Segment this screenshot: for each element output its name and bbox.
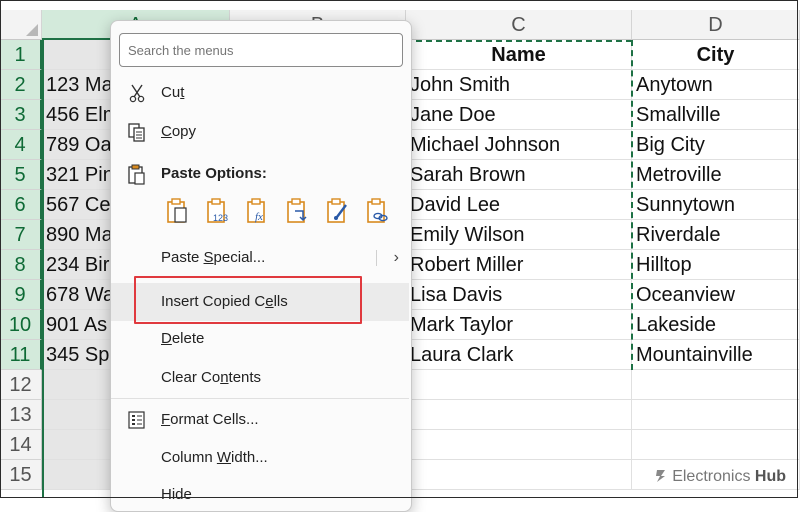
cell-c14[interactable]: [406, 430, 632, 460]
row-header[interactable]: 12: [0, 370, 42, 400]
cell-d5[interactable]: Metroville: [632, 160, 800, 190]
row-header[interactable]: 8: [0, 250, 42, 280]
menu-item-delete[interactable]: Delete: [111, 323, 409, 355]
menu-item-delete-label: Delete: [161, 330, 205, 347]
paste-transpose-icon[interactable]: [285, 197, 311, 225]
paste-link-icon[interactable]: [365, 197, 391, 225]
watermark: Electronics Hub: [650, 466, 790, 488]
row-header[interactable]: 5: [0, 160, 42, 190]
menu-item-copy-label: Copy: [161, 123, 197, 140]
cell-c5[interactable]: Sarah Brown: [406, 160, 632, 190]
paste-values-icon[interactable]: 123: [205, 197, 231, 225]
cell-c11[interactable]: Laura Clark: [406, 340, 632, 370]
chevron-right-icon[interactable]: ›: [394, 242, 399, 274]
cell-c15[interactable]: [406, 460, 632, 490]
row-header[interactable]: 4: [0, 130, 42, 160]
copy-icon: [127, 122, 147, 142]
paste-formulas-icon[interactable]: fx: [245, 197, 271, 225]
menu-item-cut-label: Cut: [161, 84, 185, 101]
cell-c12[interactable]: [406, 370, 632, 400]
menu-item-format-cells[interactable]: Format Cells...: [111, 404, 409, 436]
row-header[interactable]: 3: [0, 100, 42, 130]
menu-item-paste-special-label: Paste Special...: [161, 249, 266, 266]
cell-d7[interactable]: Riverdale: [632, 220, 800, 250]
cell-c13[interactable]: [406, 400, 632, 430]
cell-c9[interactable]: Lisa Davis: [406, 280, 632, 310]
highlight-annotation-box: [134, 276, 362, 324]
context-menu: Cut Copy Paste Options: 123 fx: [110, 20, 412, 512]
row-header[interactable]: 2: [0, 70, 42, 100]
format-cells-icon: [127, 410, 147, 430]
row-header[interactable]: 10: [0, 310, 42, 340]
cell-d2[interactable]: Anytown: [632, 70, 800, 100]
cell-c7[interactable]: Emily Wilson: [406, 220, 632, 250]
electronics-hub-logo-icon: [656, 470, 666, 482]
cell-d3[interactable]: Smallville: [632, 100, 800, 130]
svg-text:fx: fx: [255, 211, 263, 223]
row-header[interactable]: 9: [0, 280, 42, 310]
menu-item-clear-contents-label: Clear Contents: [161, 369, 262, 386]
clipboard-icon: [127, 164, 147, 185]
menu-item-paste-special[interactable]: Paste Special... ›: [111, 242, 409, 274]
menu-item-hide-label: Hide: [161, 486, 192, 503]
cell-d13[interactable]: [632, 400, 800, 430]
submenu-divider: [376, 250, 377, 266]
cell-d1[interactable]: City: [632, 40, 800, 70]
menu-item-cut[interactable]: Cut: [111, 77, 409, 109]
cell-d12[interactable]: [632, 370, 800, 400]
cell-c3[interactable]: Jane Doe: [406, 100, 632, 130]
row-header[interactable]: 13: [0, 400, 42, 430]
select-all-corner[interactable]: [0, 10, 42, 40]
cell-d10[interactable]: Lakeside: [632, 310, 800, 340]
cell-c6[interactable]: David Lee: [406, 190, 632, 220]
cell-c4[interactable]: Michael Johnson: [406, 130, 632, 160]
menu-item-clear-contents[interactable]: Clear Contents: [111, 362, 409, 394]
row-header[interactable]: 14: [0, 430, 42, 460]
cell-d8[interactable]: Hilltop: [632, 250, 800, 280]
menu-item-column-width-label: Column Width...: [161, 449, 268, 466]
cell-d11[interactable]: Mountainville: [632, 340, 800, 370]
scissors-icon: [127, 83, 147, 103]
menu-item-column-width[interactable]: Column Width...: [111, 442, 409, 474]
paste-options-icons: 123 fx: [159, 197, 409, 227]
paste-icon[interactable]: [165, 197, 191, 225]
menu-item-copy[interactable]: Copy: [111, 116, 409, 148]
cell-d9[interactable]: Oceanview: [632, 280, 800, 310]
svg-text:123: 123: [213, 213, 228, 223]
row-header[interactable]: 1: [0, 40, 42, 70]
cell-c8[interactable]: Robert Miller: [406, 250, 632, 280]
cell-c2[interactable]: John Smith: [406, 70, 632, 100]
cell-c1[interactable]: Name: [406, 40, 632, 70]
paste-formatting-icon[interactable]: [325, 197, 351, 225]
menu-separator: [111, 398, 409, 399]
paste-options-header: Paste Options:: [111, 158, 409, 190]
column-header-d[interactable]: D: [632, 10, 800, 40]
menu-item-format-cells-label: Format Cells...: [161, 411, 259, 428]
column-header-c[interactable]: C: [406, 10, 632, 40]
cell-d4[interactable]: Big City: [632, 130, 800, 160]
menu-item-hide[interactable]: Hide: [111, 479, 409, 511]
watermark-brand-bold: Hub: [754, 468, 786, 485]
cell-c10[interactable]: Mark Taylor: [406, 310, 632, 340]
row-header[interactable]: 7: [0, 220, 42, 250]
cell-d14[interactable]: [632, 430, 800, 460]
cell-d6[interactable]: Sunnytown: [632, 190, 800, 220]
row-header[interactable]: 15: [0, 460, 42, 490]
watermark-brand: Electronics: [672, 468, 751, 485]
row-header[interactable]: 11: [0, 340, 42, 370]
menu-search-input[interactable]: [119, 33, 403, 67]
row-header[interactable]: 6: [0, 190, 42, 220]
